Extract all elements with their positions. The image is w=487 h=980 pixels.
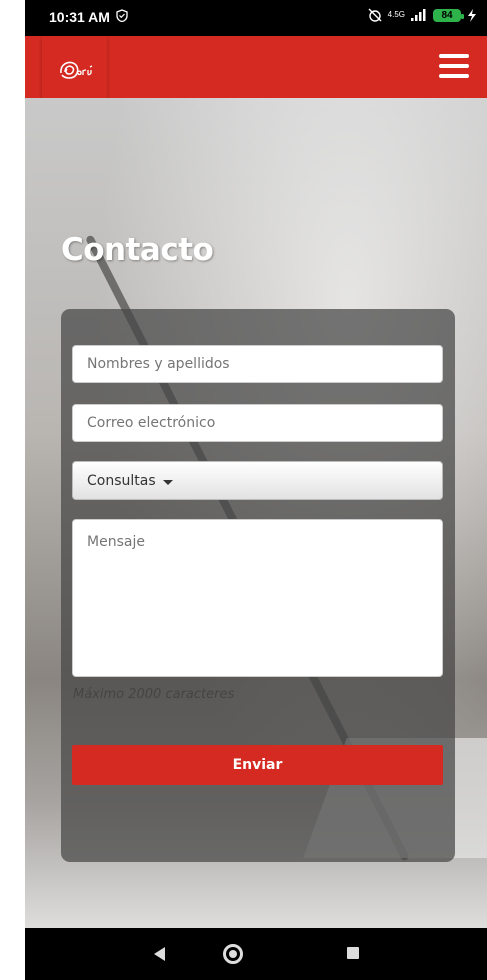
- android-nav-bar: [25, 928, 487, 980]
- send-button[interactable]: Enviar: [72, 745, 443, 785]
- shield-icon: [116, 9, 128, 22]
- app-screen: 10:31 AM 4.5G 84 Contacto Nombres y apel…: [25, 0, 487, 980]
- back-icon[interactable]: [154, 947, 165, 961]
- status-bar: 10:31 AM 4.5G 84: [25, 0, 487, 36]
- home-icon[interactable]: [223, 944, 243, 964]
- email-input[interactable]: [72, 404, 443, 442]
- contact-form-card: Consultas Máximo 2000 caracteres Enviar: [61, 309, 455, 862]
- status-indicators: 4.5G 84: [368, 8, 477, 22]
- hamburger-menu-icon-bar: [439, 64, 469, 68]
- subject-dropdown[interactable]: Consultas: [72, 461, 443, 500]
- battery-level: 84: [441, 9, 453, 21]
- peru-logo-icon: [60, 61, 93, 79]
- page-title: Contacto: [61, 232, 214, 268]
- name-input[interactable]: [72, 345, 443, 383]
- signal-icon: [411, 9, 426, 21]
- menu-button[interactable]: [439, 54, 469, 78]
- subject-dropdown-value: Consultas: [87, 472, 156, 489]
- hamburger-menu-icon-bar: [439, 74, 469, 78]
- network-type: 4.5G: [387, 10, 405, 19]
- status-time: 10:31 AM: [49, 9, 110, 25]
- alarm-off-icon: [368, 8, 382, 22]
- caret-down-icon: [162, 479, 173, 485]
- message-textarea[interactable]: [72, 519, 443, 677]
- recent-apps-icon[interactable]: [347, 947, 359, 959]
- hamburger-menu-icon-bar: [439, 54, 469, 58]
- charging-icon: [468, 8, 476, 22]
- battery-icon: 84: [433, 8, 464, 22]
- message-length-hint: Máximo 2000 caracteres: [73, 687, 235, 702]
